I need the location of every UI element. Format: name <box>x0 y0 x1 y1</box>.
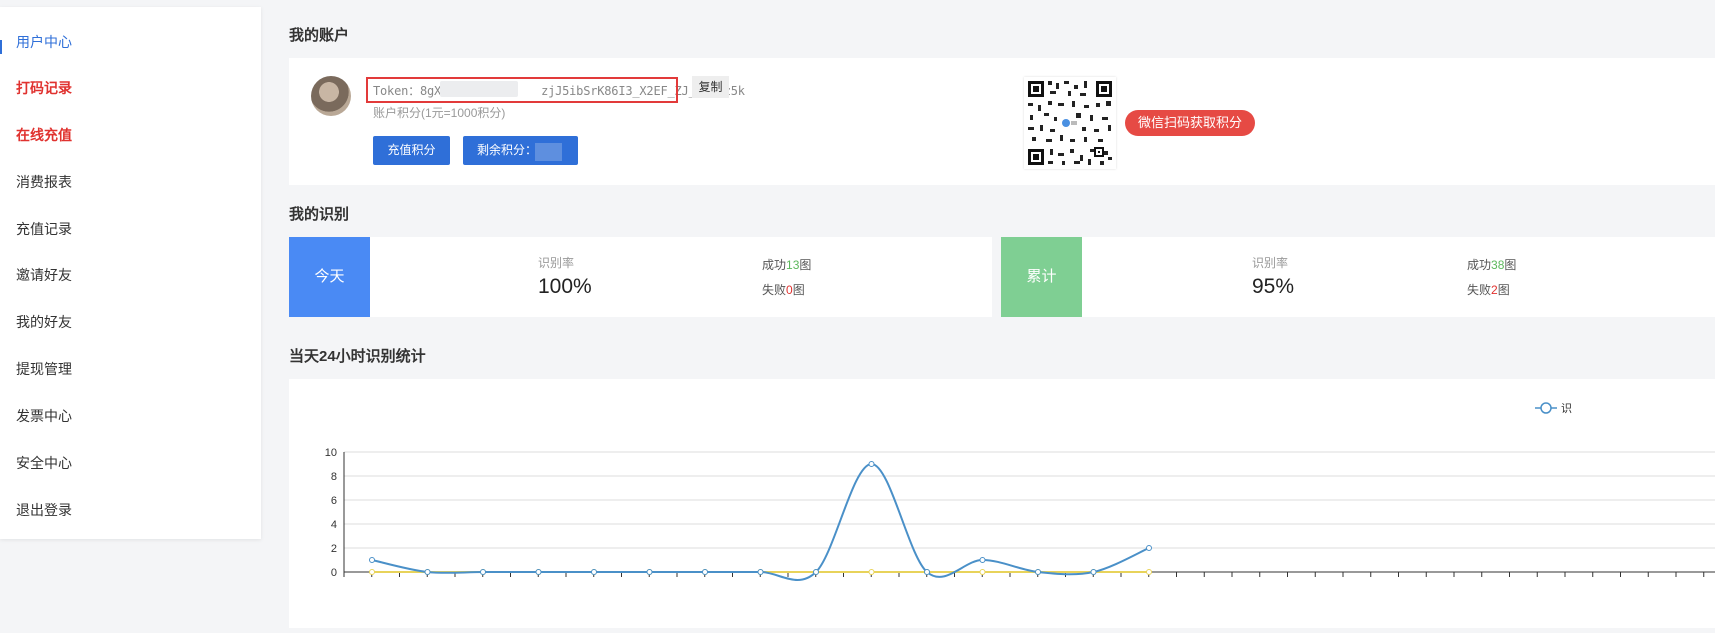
sidebar-item-withdraw[interactable]: 提现管理 <box>16 359 72 379</box>
stat-tag-total: 累计 <box>1001 237 1082 317</box>
data-point[interactable] <box>535 569 542 575</box>
rate-value-today: 100% <box>538 275 592 298</box>
rate-label-total: 识别率 <box>1252 256 1289 270</box>
points-note: 账户积分(1元=1000积分) <box>373 106 506 120</box>
stat-card-today: 今天 识别率 100% 成功13图 失败0图 <box>289 237 992 317</box>
sidebar-item-online-recharge[interactable]: 在线充值 <box>16 125 72 145</box>
sidebar-active-marker <box>0 40 2 54</box>
data-point[interactable] <box>702 569 708 575</box>
data-point[interactable] <box>813 569 819 575</box>
data-point[interactable] <box>369 557 375 563</box>
sidebar-item-logout[interactable]: 退出登录 <box>16 500 72 520</box>
recharge-points-button[interactable]: 充值积分 <box>373 136 450 165</box>
avatar <box>311 76 351 116</box>
data-point[interactable] <box>591 569 597 575</box>
hourly-line-chart: 识 0 2 4 6 8 10 <box>325 402 1715 581</box>
chart-legend[interactable]: 识 <box>1535 402 1572 415</box>
y-tick-label: 0 <box>331 567 337 579</box>
stat-tag-today: 今天 <box>289 237 370 317</box>
sidebar-item-user-center[interactable]: 用户中心 <box>16 32 72 52</box>
rate-label-today: 识别率 <box>538 256 575 270</box>
data-point[interactable] <box>1090 569 1097 575</box>
data-point[interactable] <box>757 569 764 575</box>
sidebar-item-invoice-center[interactable]: 发票中心 <box>16 406 72 426</box>
sidebar-item-my-friends[interactable]: 我的好友 <box>16 312 72 332</box>
data-point[interactable] <box>924 569 930 575</box>
chart-title: 当天24小时识别统计 <box>289 348 426 365</box>
y-tick-label: 4 <box>331 519 337 531</box>
legend-marker-icon <box>1540 402 1552 414</box>
data-point[interactable] <box>1035 569 1041 575</box>
qr-code-icon <box>1028 81 1112 165</box>
sidebar-item-consumption-report[interactable]: 消费报表 <box>16 172 72 192</box>
data-point[interactable] <box>1146 545 1152 551</box>
data-point[interactable] <box>1146 569 1152 575</box>
account-title: 我的账户 <box>289 27 350 44</box>
copy-button[interactable]: 复制 <box>692 76 729 98</box>
sidebar-item-recharge-records[interactable]: 充值记录 <box>16 219 72 239</box>
y-tick-label: 6 <box>331 495 337 507</box>
wechat-qr-code <box>1024 77 1116 169</box>
data-point[interactable] <box>480 569 486 575</box>
rate-value-total: 95% <box>1252 275 1295 298</box>
sidebar-item-security-center[interactable]: 安全中心 <box>16 453 72 473</box>
y-tick-label: 2 <box>331 543 337 555</box>
data-point[interactable] <box>369 569 375 575</box>
wechat-scan-badge[interactable]: 微信扫码获取积分 <box>1125 110 1255 136</box>
data-point[interactable] <box>868 461 875 467</box>
data-point[interactable] <box>979 569 986 575</box>
success-count-total: 成功38图 <box>1467 258 1517 272</box>
data-point[interactable] <box>979 557 986 563</box>
legend-label: 识 <box>1561 402 1572 415</box>
data-point[interactable] <box>646 569 653 575</box>
recognition-title: 我的识别 <box>289 206 350 223</box>
account-panel: Token：8gX0D zjJ5ibSrK86I3_X2EF_ZJ_yleoz5k… <box>289 58 1715 185</box>
success-count-today: 成功13图 <box>762 258 812 272</box>
series-line <box>371 462 1150 581</box>
data-point[interactable] <box>424 569 431 575</box>
chart-panel: 识 0 2 4 6 8 10 <box>289 379 1715 628</box>
stat-card-total: 累计 识别率 95% 成功38图 失败2图 <box>1001 237 1715 317</box>
y-tick-label: 10 <box>325 447 337 459</box>
fail-count-today: 失败0图 <box>762 283 805 297</box>
y-tick-label: 8 <box>331 471 337 483</box>
data-point[interactable] <box>868 569 875 575</box>
sidebar-item-invite-friends[interactable]: 邀请好友 <box>16 265 72 285</box>
sidebar: 用户中心 打码记录 在线充值 消费报表 充值记录 邀请好友 我的好友 提现管理 … <box>0 7 261 539</box>
fail-count-total: 失败2图 <box>1467 283 1510 297</box>
sidebar-item-captcha-records[interactable]: 打码记录 <box>16 78 72 98</box>
token-highlight-box <box>366 77 678 103</box>
remaining-points-redaction <box>535 143 562 161</box>
